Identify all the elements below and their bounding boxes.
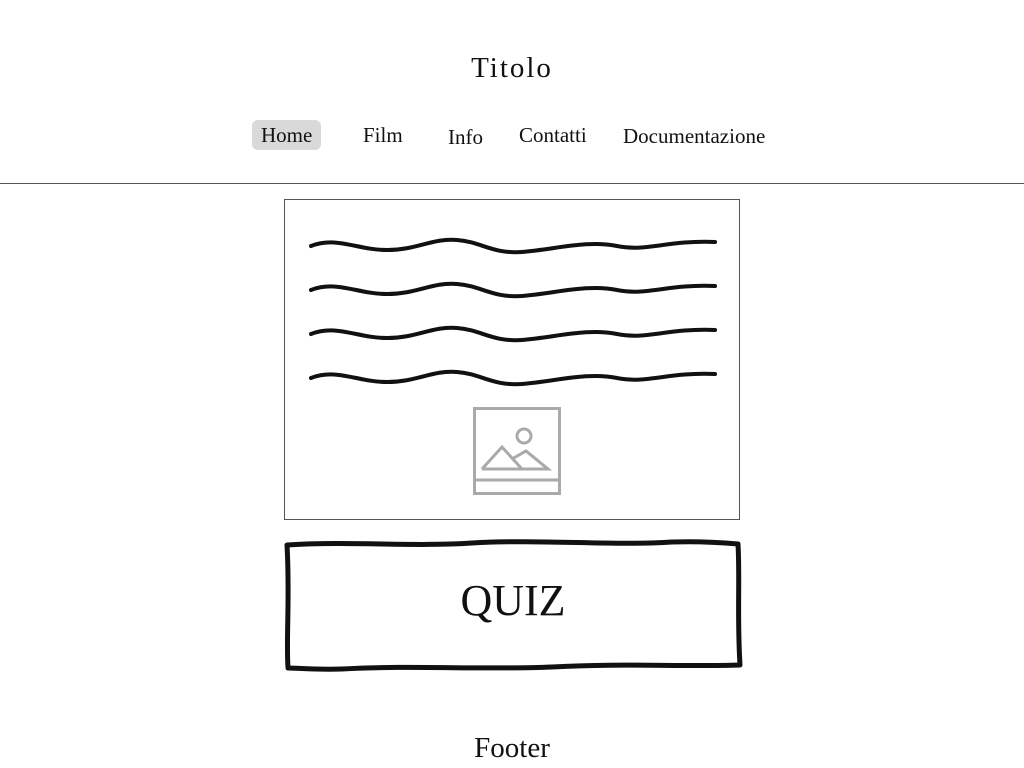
content-card bbox=[284, 199, 740, 520]
nav-item-info[interactable]: Info bbox=[448, 122, 483, 152]
quiz-button-label: QUIZ bbox=[460, 576, 566, 625]
image-placeholder-icon bbox=[473, 407, 561, 495]
nav-item-contatti[interactable]: Contatti bbox=[519, 120, 587, 150]
quiz-button[interactable]: QUIZ bbox=[282, 538, 744, 674]
main-nav: Home Film Info Contatti Documentazione bbox=[0, 120, 1024, 156]
nav-item-home[interactable]: Home bbox=[252, 120, 322, 150]
nav-item-documentazione[interactable]: Documentazione bbox=[623, 121, 765, 151]
footer: Footer bbox=[474, 732, 550, 764]
header-divider bbox=[0, 183, 1024, 184]
nav-item-film[interactable]: Film bbox=[363, 120, 403, 150]
page-title: Titolo bbox=[471, 52, 553, 84]
placeholder-text-lines bbox=[309, 237, 717, 387]
